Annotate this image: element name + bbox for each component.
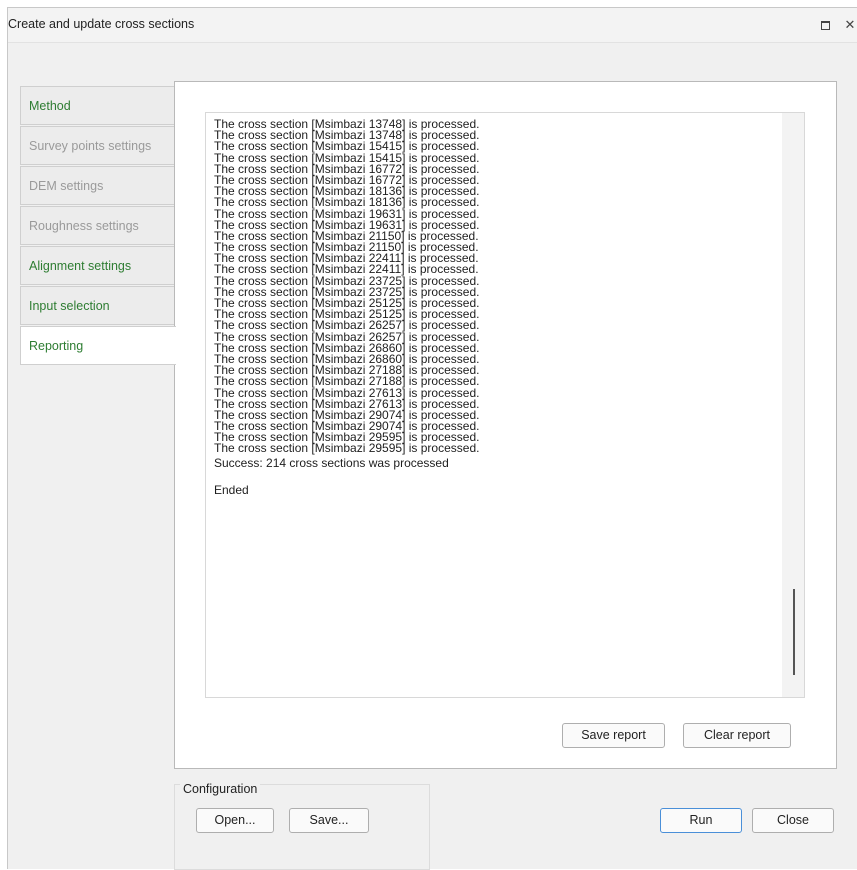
log-line: Ended	[214, 482, 249, 497]
run-button[interactable]: Run	[660, 808, 742, 833]
vertical-scrollbar[interactable]	[782, 113, 804, 697]
tab-reporting[interactable]: Reporting	[20, 326, 176, 365]
log-line: The cross section [Msimbazi 29595] is pr…	[214, 441, 480, 456]
reporting-panel: The cross section [Msimbazi 13748] is pr…	[174, 81, 837, 769]
scrollbar-thumb[interactable]	[793, 589, 795, 675]
tab-alignment-settings[interactable]: Alignment settings	[20, 246, 174, 285]
configuration-label: Configuration	[180, 782, 261, 796]
clear-report-button[interactable]: Clear report	[683, 723, 791, 748]
report-log-text: The cross section [Msimbazi 13748] is pr…	[214, 118, 480, 497]
tab-input-selection[interactable]: Input selection	[20, 286, 174, 325]
tab-roughness-settings[interactable]: Roughness settings	[20, 206, 174, 245]
tab-dem-settings[interactable]: DEM settings	[20, 166, 174, 205]
report-log[interactable]: The cross section [Msimbazi 13748] is pr…	[205, 112, 805, 698]
window-title: Create and update cross sections	[8, 17, 195, 31]
tab-survey-points-settings[interactable]: Survey points settings	[20, 126, 174, 165]
close-button[interactable]: Close	[752, 808, 834, 833]
maximize-icon[interactable]	[818, 18, 832, 32]
open-config-button[interactable]: Open...	[196, 808, 274, 833]
close-icon[interactable]: ✕	[843, 18, 857, 32]
tab-method[interactable]: Method	[20, 86, 174, 125]
log-line: Success: 214 cross sections was processe…	[214, 455, 449, 470]
title-bar: Create and update cross sections ✕	[8, 8, 857, 43]
save-report-button[interactable]: Save report	[562, 723, 665, 748]
save-config-button[interactable]: Save...	[289, 808, 369, 833]
dialog-window: Create and update cross sections ✕ Metho…	[7, 7, 857, 870]
